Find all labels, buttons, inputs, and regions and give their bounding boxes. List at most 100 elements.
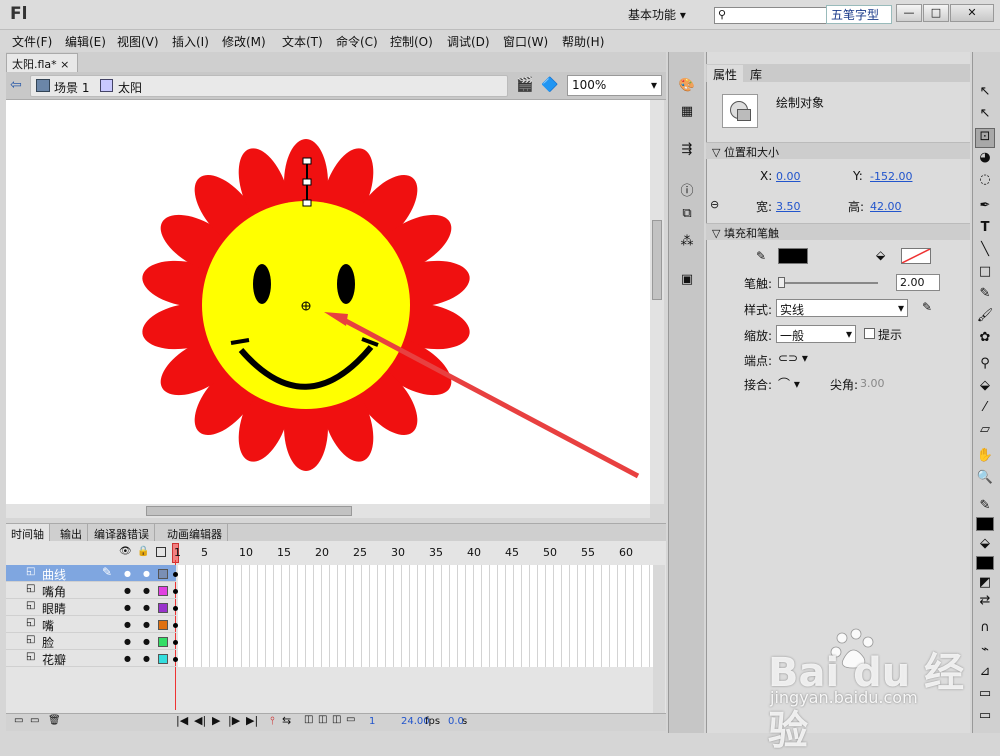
layer-row[interactable]: ◱ 脸 ● ● <box>6 633 176 650</box>
stroke-color-chip[interactable] <box>976 517 994 531</box>
width-value[interactable]: 3.50 <box>776 200 801 213</box>
edit-scene-icon[interactable]: 🎬 <box>516 77 533 93</box>
close-button[interactable]: ✕ <box>950 4 994 22</box>
visibility-dot[interactable]: ● <box>124 654 131 663</box>
close-tab-icon[interactable]: × <box>60 58 69 71</box>
selection-handle[interactable] <box>302 199 312 207</box>
tab-output[interactable]: 输出 <box>55 524 88 541</box>
visibility-dot[interactable]: ● <box>124 569 131 578</box>
lock-dot[interactable]: ● <box>143 569 150 578</box>
lock-icon[interactable]: 🔒 <box>137 546 149 557</box>
hand-tool-icon[interactable]: ✋ <box>975 448 995 468</box>
menu-edit[interactable]: 编辑(E) <box>65 33 106 50</box>
eyedropper-tool-icon[interactable]: ⁄ <box>975 400 995 420</box>
keyframe-column[interactable] <box>172 568 178 666</box>
layer-row[interactable]: ◱ 花瓣 ● ● <box>6 650 176 667</box>
cap-type-select[interactable]: ⊂⊃ ▾ <box>778 351 808 365</box>
fill-color-chip[interactable] <box>976 556 994 570</box>
breadcrumb-scene[interactable]: 场景 1 <box>54 79 89 96</box>
onion-markers-icon[interactable]: ▭ <box>346 714 355 725</box>
lock-dot[interactable]: ● <box>143 586 150 595</box>
onion-outline-icon[interactable]: ◫ <box>318 714 327 725</box>
fill-color-icon[interactable]: ⬙ <box>975 536 995 556</box>
layer-outline-color[interactable] <box>158 637 168 647</box>
join-type-select[interactable]: ⌒ ▾ <box>778 375 800 392</box>
breadcrumb-symbol[interactable]: 太阳 <box>118 79 142 96</box>
components-panel-icon[interactable]: ⧉ <box>678 206 696 224</box>
rectangle-tool-icon[interactable]: □ <box>975 264 995 284</box>
new-folder-icon[interactable]: ▭ <box>30 715 39 726</box>
next-frame-icon[interactable]: |▶ <box>228 714 240 727</box>
scale-select[interactable]: 一般 ▾ <box>776 325 856 343</box>
lock-dot[interactable]: ● <box>143 637 150 646</box>
color-panel-icon[interactable]: 🎨 <box>678 78 696 96</box>
layer-row[interactable]: ◱ 嘴角 ● ● <box>6 582 176 599</box>
tab-motion-editor[interactable]: 动画编辑器 <box>162 524 228 541</box>
subselection-tool-icon[interactable]: ↖ <box>975 106 995 126</box>
fill-color-swatch[interactable] <box>901 248 931 264</box>
lasso-tool-icon[interactable]: ◌ <box>975 172 995 192</box>
edit-symbols-icon[interactable]: 🔷 <box>541 77 558 93</box>
stroke-slider[interactable] <box>778 277 878 288</box>
zoom-select[interactable]: 100% ▾ <box>567 75 662 96</box>
first-frame-icon[interactable]: |◀ <box>176 714 188 727</box>
stage-vertical-scrollbar[interactable] <box>650 100 664 504</box>
swap-colors-icon[interactable]: ⇄ <box>975 593 995 613</box>
snap-magnet-icon[interactable]: ∩ <box>975 620 995 640</box>
selection-tool-icon[interactable]: ↖ <box>975 84 995 104</box>
section-position-size[interactable]: ▽ 位置和大小 <box>706 142 970 159</box>
menu-insert[interactable]: 插入(I) <box>172 33 209 50</box>
menu-modify[interactable]: 修改(M) <box>222 33 266 50</box>
zoom-tool-icon[interactable]: 🔍 <box>975 470 995 490</box>
motion-presets-icon[interactable]: ⁂ <box>678 234 696 252</box>
frame-grid[interactable] <box>178 565 653 667</box>
current-frame[interactable]: 1 <box>369 716 375 727</box>
prev-frame-icon[interactable]: ◀| <box>194 714 206 727</box>
pencil-tool-icon[interactable]: ✎ <box>975 286 995 306</box>
3d-rotation-tool-icon[interactable]: ◕ <box>975 150 995 170</box>
x-value[interactable]: 0.00 <box>776 170 801 183</box>
tab-library[interactable]: 库 <box>744 65 768 82</box>
loop-icon[interactable]: ⇆ <box>282 714 291 727</box>
tab-compiler-errors[interactable]: 编译器错误 <box>89 524 155 541</box>
miter-value[interactable]: 3.00 <box>860 377 885 390</box>
default-colors-icon[interactable]: ◩ <box>975 575 995 595</box>
last-frame-icon[interactable]: ▶| <box>246 714 258 727</box>
style-select[interactable]: 实线 ▾ <box>776 299 908 317</box>
stage-horizontal-scrollbar[interactable] <box>6 504 650 518</box>
section-fill-stroke[interactable]: ▽ 填充和笔触 <box>706 223 970 240</box>
eraser-tool-icon[interactable]: ▱ <box>975 422 995 442</box>
swatches-panel-icon[interactable]: ▦ <box>678 104 696 122</box>
menu-window[interactable]: 窗口(W) <box>503 33 548 50</box>
bone-tool-icon[interactable]: ⚲ <box>975 356 995 376</box>
edit-stroke-style-icon[interactable]: ✎ <box>922 300 932 314</box>
lock-dot[interactable]: ● <box>143 654 150 663</box>
y-value[interactable]: -152.00 <box>870 170 912 183</box>
layer-outline-color[interactable] <box>158 654 168 664</box>
height-value[interactable]: 42.00 <box>870 200 902 213</box>
tab-timeline[interactable]: 时间轴 <box>6 524 50 541</box>
document-tab[interactable]: 太阳.fla* × <box>6 53 78 72</box>
new-layer-icon[interactable]: ▭ <box>14 715 23 726</box>
tab-properties[interactable]: 属性 <box>707 65 744 82</box>
paint-bucket-tool-icon[interactable]: ⬙ <box>975 378 995 398</box>
minimize-button[interactable]: — <box>896 4 922 22</box>
deco-tool-icon[interactable]: ✿ <box>975 330 995 350</box>
visibility-dot[interactable]: ● <box>124 637 131 646</box>
selection-handle[interactable] <box>302 157 312 165</box>
center-frame-icon[interactable]: ⫯ <box>270 714 275 728</box>
align-panel-icon[interactable]: ⇶ <box>678 142 696 160</box>
link-icon[interactable]: ⊖ <box>710 198 719 211</box>
free-transform-tool-icon[interactable]: ⊡ <box>975 128 995 148</box>
stroke-color-icon[interactable]: ✎ <box>975 498 995 518</box>
text-tool-icon[interactable]: T <box>975 220 995 240</box>
info-panel-icon[interactable]: ⓘ <box>678 180 696 199</box>
visibility-dot[interactable]: ● <box>124 603 131 612</box>
lock-dot[interactable]: ● <box>143 620 150 629</box>
line-tool-icon[interactable]: ╲ <box>975 242 995 262</box>
onion-skin-icon[interactable]: ◫ <box>304 714 313 725</box>
menu-view[interactable]: 视图(V) <box>117 33 159 50</box>
hint-checkbox[interactable] <box>864 328 875 339</box>
workspace-switcher[interactable]: 基本功能 ▾ <box>628 6 708 24</box>
layer-row[interactable]: ◱ 曲线 ✎ ● ● <box>6 565 176 582</box>
